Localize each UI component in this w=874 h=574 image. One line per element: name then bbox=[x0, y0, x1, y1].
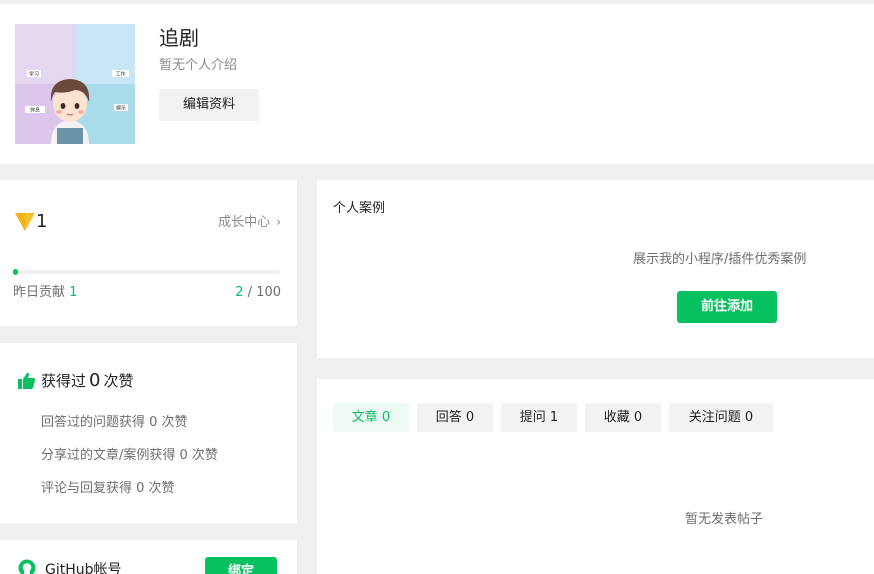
cases-description: 展示我的小程序/插件优秀案例 bbox=[633, 252, 807, 267]
avatar-sticker-label: 工作 bbox=[115, 71, 125, 78]
contribution-max: / 100 bbox=[247, 285, 281, 300]
avatar[interactable]: 学习 工作 休息 娱乐 bbox=[15, 24, 135, 144]
avatar-sticker-label: 娱乐 bbox=[116, 105, 126, 112]
growth-center-link[interactable]: 成长中心 › bbox=[218, 214, 281, 231]
likes-count: 0 bbox=[89, 370, 101, 391]
bind-github-button[interactable]: 绑定 bbox=[205, 557, 277, 574]
profile-bio: 暂无个人介绍 bbox=[159, 58, 238, 73]
contribution-progress-bar bbox=[13, 269, 281, 275]
avatar-sticker-label: 学习 bbox=[29, 71, 39, 78]
cases-title: 个人案例 bbox=[333, 201, 386, 216]
likes-card: 获得过 0 次赞 回答过的问题获得 0 次赞 分享过的文章/案例获得 0 次赞 评论… bbox=[0, 343, 297, 523]
thumbs-up-icon bbox=[18, 372, 35, 389]
tab-questions[interactable]: 提问 1 bbox=[501, 403, 577, 432]
tab-favorites[interactable]: 收藏 0 bbox=[585, 403, 661, 432]
username: 追剧 bbox=[159, 26, 199, 50]
likes-title-suffix: 次赞 bbox=[103, 372, 134, 390]
edit-profile-button[interactable]: 编辑资料 bbox=[159, 89, 259, 121]
level-value: 1 bbox=[36, 211, 48, 232]
likes-from-answers: 回答过的问题获得 0 次赞 bbox=[41, 415, 188, 430]
cases-card: 个人案例 展示我的小程序/插件优秀案例 前往添加 bbox=[317, 180, 874, 358]
chevron-right-icon: › bbox=[276, 215, 281, 229]
contribution-current: 2 bbox=[235, 285, 244, 300]
level-badge-icon bbox=[15, 213, 35, 231]
likes-from-comments: 评论与回复获得 0 次赞 bbox=[41, 481, 175, 496]
avatar-sticker-label: 休息 bbox=[30, 107, 40, 114]
yesterday-contribution-label: 昨日贡献 bbox=[13, 285, 66, 300]
tab-articles[interactable]: 文章 0 bbox=[333, 403, 409, 432]
yesterday-contribution: 昨日贡献 1 bbox=[13, 285, 77, 301]
github-icon bbox=[18, 559, 36, 574]
yesterday-contribution-value: 1 bbox=[69, 285, 78, 300]
likes-from-articles: 分享过的文章/案例获得 0 次赞 bbox=[41, 448, 218, 463]
growth-center-label: 成长中心 bbox=[218, 215, 271, 230]
contribution-total: 2 / 100 bbox=[235, 285, 281, 301]
profile-page: 学习 工作 休息 娱乐 追剧 暂无个人介绍 编辑资料 1 成长中心 › 昨日贡献… bbox=[0, 0, 874, 574]
contribution-progress-fill bbox=[13, 269, 19, 275]
profile-header: 学习 工作 休息 娱乐 追剧 暂无个人介绍 编辑资料 bbox=[0, 4, 874, 164]
likes-title: 获得过 0 次赞 bbox=[41, 371, 133, 391]
add-case-button[interactable]: 前往添加 bbox=[677, 291, 777, 323]
tab-followed-questions[interactable]: 关注问题 0 bbox=[669, 403, 773, 432]
github-account-label: GitHub帐号 bbox=[45, 562, 122, 574]
avatar-illustration: 学习 工作 休息 娱乐 bbox=[15, 24, 135, 144]
github-card: GitHub帐号 绑定 bbox=[0, 540, 297, 574]
empty-posts-message: 暂无发表帖子 bbox=[685, 512, 764, 527]
posts-card: 文章 0 回答 0 提问 1 收藏 0 关注问题 0 暂无发表帖子 bbox=[317, 379, 874, 574]
growth-card: 1 成长中心 › 昨日贡献 1 2 / 100 bbox=[0, 180, 297, 326]
likes-title-prefix: 获得过 bbox=[41, 372, 87, 390]
tab-answers[interactable]: 回答 0 bbox=[417, 403, 493, 432]
